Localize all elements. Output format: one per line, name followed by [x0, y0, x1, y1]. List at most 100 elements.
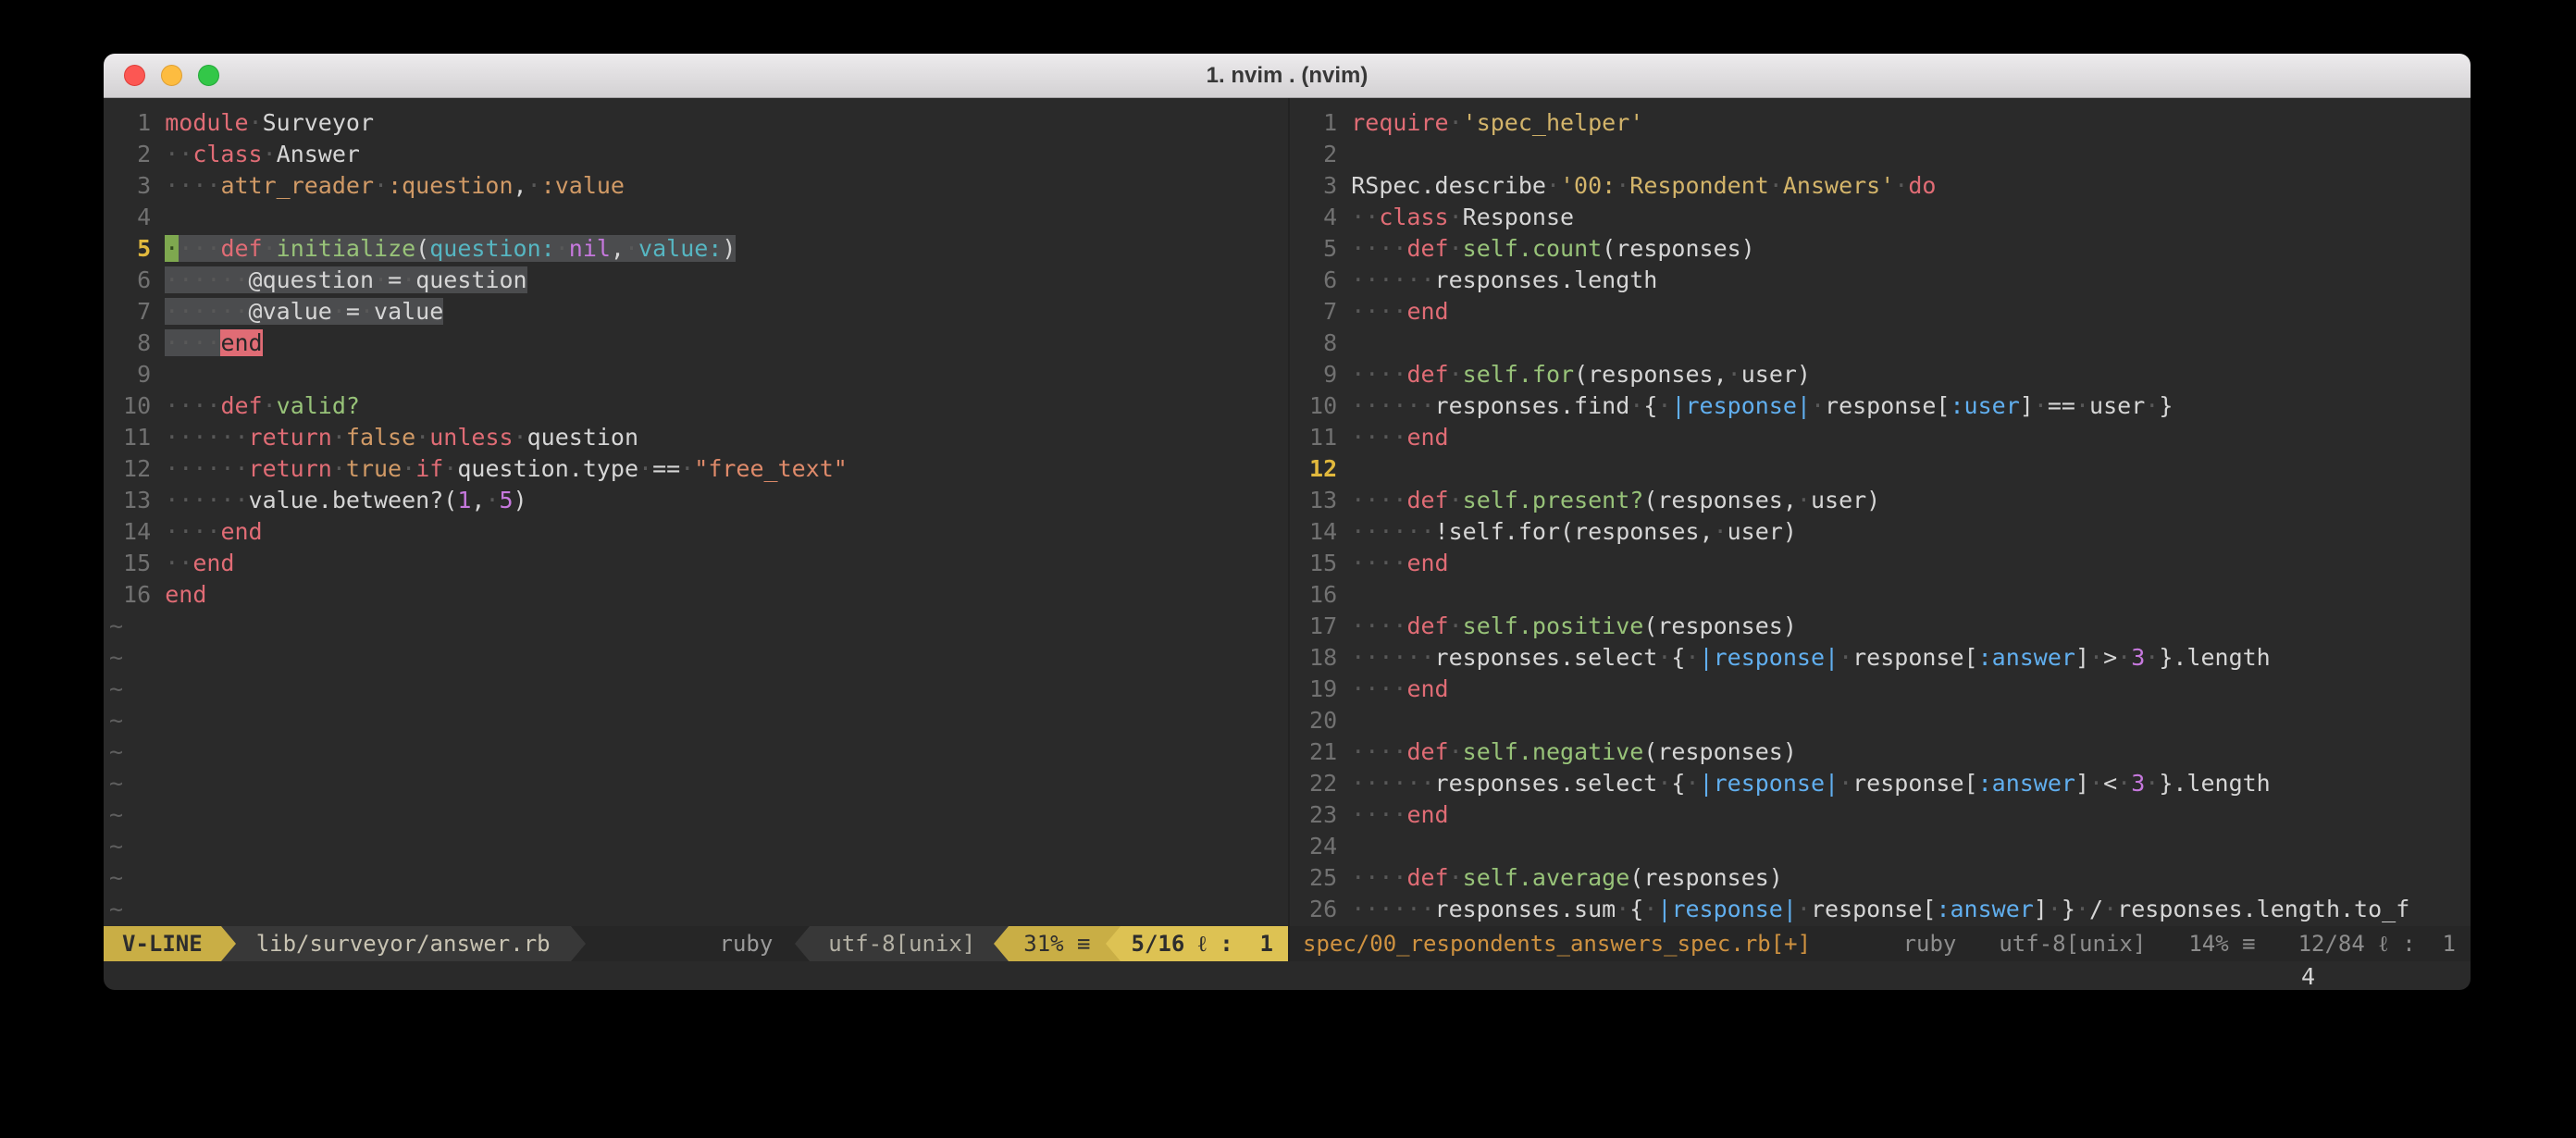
- code-line[interactable]: 5 ····def·initialize(question:·nil,·valu…: [104, 233, 1288, 265]
- code-line[interactable]: 7 ······@value·=·value: [104, 296, 1288, 328]
- token: {: [1671, 770, 1685, 797]
- token: value.between?(: [249, 487, 458, 513]
- token: responses.find: [1435, 392, 1630, 419]
- code-line[interactable]: 5 ····def·self.count(responses): [1290, 233, 2471, 265]
- token: }.length: [2159, 644, 2270, 671]
- pane-spec-rb[interactable]: 1 require·'spec_helper' 2 3 RSpec.descri…: [1288, 98, 2471, 961]
- zoom-button[interactable]: [198, 65, 219, 86]
- statusline-spacer: [586, 926, 698, 961]
- code-line[interactable]: 24: [1290, 831, 2471, 862]
- code-line[interactable]: 2 ··class·Answer: [104, 139, 1288, 170]
- code-buffer-left[interactable]: 1 module·Surveyor 2 ··class·Answer 3 ···…: [104, 98, 1288, 926]
- token: user): [1741, 361, 1811, 388]
- token: ·: [1643, 896, 1657, 922]
- token: self.count: [1463, 235, 1603, 262]
- token: ·: [1629, 392, 1643, 419]
- code-line[interactable]: 21 ····def·self.negative(responses): [1290, 736, 2471, 768]
- code-line[interactable]: 22 ······responses.select·{·|response|·r…: [1290, 768, 2471, 799]
- code-buffer-right[interactable]: 1 require·'spec_helper' 2 3 RSpec.descri…: [1290, 98, 2471, 926]
- token: ······: [165, 298, 248, 325]
- code-line[interactable]: 14 ····end: [104, 516, 1288, 548]
- token: ····: [165, 518, 220, 545]
- close-button[interactable]: [124, 65, 145, 86]
- line-number: 5: [109, 235, 165, 262]
- token: ··: [1351, 204, 1379, 230]
- code-line[interactable]: 19 ····end: [1290, 674, 2471, 705]
- code-line[interactable]: 9: [104, 359, 1288, 390]
- code-line[interactable]: 8 ····end: [104, 328, 1288, 359]
- token: ]: [2075, 644, 2089, 671]
- code-text: ····def·self.average(responses): [1351, 864, 1783, 891]
- token: def: [1406, 612, 1448, 639]
- token: ·: [415, 424, 429, 451]
- code-line[interactable]: 15 ··end: [104, 548, 1288, 579]
- token: ==: [2048, 392, 2075, 419]
- line-number: 10: [109, 392, 165, 419]
- code-line[interactable]: 25 ····def·self.average(responses): [1290, 862, 2471, 894]
- code-line[interactable]: 14 ······!self.for(responses,·user): [1290, 516, 2471, 548]
- token: ·: [2117, 644, 2131, 671]
- token: =: [346, 298, 360, 325]
- token: 3: [2131, 644, 2145, 671]
- code-line[interactable]: 12 ······return·true·if·question.type·==…: [104, 453, 1288, 485]
- code-line[interactable]: 3 ····attr_reader·:question,·:value: [104, 170, 1288, 202]
- token: @value: [249, 298, 332, 325]
- powerline-separator-icon: [221, 926, 236, 961]
- line-number: 15: [1295, 550, 1351, 576]
- token: ·: [249, 109, 263, 136]
- token: nil: [569, 235, 611, 262]
- code-line[interactable]: 11 ······return·false·unless·question: [104, 422, 1288, 453]
- token: ·: [1616, 896, 1629, 922]
- code-text: ····attr_reader·:question,·:value: [165, 172, 625, 199]
- code-line[interactable]: 15 ····end: [1290, 548, 2471, 579]
- tilde-marker: ~: [109, 896, 123, 922]
- code-line[interactable]: 26 ······responses.sum·{·|response|·resp…: [1290, 894, 2471, 925]
- token: end: [165, 581, 206, 608]
- token: end: [192, 550, 234, 576]
- code-line[interactable]: 4 ··class·Response: [1290, 202, 2471, 233]
- code-line[interactable]: 6 ······responses.length: [1290, 265, 2471, 296]
- code-line[interactable]: 18 ······responses.select·{·|response|·r…: [1290, 642, 2471, 674]
- code-text: module·Surveyor: [165, 109, 374, 136]
- code-line[interactable]: 10 ····def·valid?: [104, 390, 1288, 422]
- code-line[interactable]: 1 require·'spec_helper': [1290, 107, 2471, 139]
- line-number: 7: [1295, 298, 1351, 325]
- code-line[interactable]: 10 ······responses.find·{·|response|·res…: [1290, 390, 2471, 422]
- code-line[interactable]: 17 ····def·self.positive(responses): [1290, 611, 2471, 642]
- window-titlebar[interactable]: 1. nvim . (nvim): [104, 54, 2471, 98]
- code-line[interactable]: 16 end: [104, 579, 1288, 611]
- code-line[interactable]: 7 ····end: [1290, 296, 2471, 328]
- code-line[interactable]: 16: [1290, 579, 2471, 611]
- code-line[interactable]: 23 ····end: [1290, 799, 2471, 831]
- code-line[interactable]: 2: [1290, 139, 2471, 170]
- token: ·: [1449, 738, 1463, 765]
- code-text: ····end: [165, 329, 262, 356]
- code-line[interactable]: 8: [1290, 328, 2471, 359]
- token: def: [1406, 487, 1448, 513]
- code-line[interactable]: 20: [1290, 705, 2471, 736]
- code-line[interactable]: 12: [1290, 453, 2471, 485]
- token: }: [2159, 392, 2173, 419]
- code-line[interactable]: 6 ······@question·=·question: [104, 265, 1288, 296]
- code-line[interactable]: 3 RSpec.describe·'00:·Respondent·Answers…: [1290, 170, 2471, 202]
- token: ······: [1351, 770, 1434, 797]
- powerline-separator-icon: [571, 926, 586, 961]
- code-line[interactable]: 11 ····end: [1290, 422, 2471, 453]
- token: |response|: [1657, 896, 1797, 922]
- token: Answers': [1783, 172, 1894, 199]
- code-line[interactable]: 1 module·Surveyor: [104, 107, 1288, 139]
- empty-buffer-line: ~: [104, 831, 1288, 862]
- token: ·: [1449, 109, 1463, 136]
- line-number: 2: [109, 141, 165, 167]
- code-line[interactable]: 4: [104, 202, 1288, 233]
- minimize-button[interactable]: [161, 65, 182, 86]
- code-line[interactable]: 9 ····def·self.for(responses,·user): [1290, 359, 2471, 390]
- code-text: ····end: [165, 518, 262, 545]
- token: ·: [1811, 392, 1825, 419]
- token: self.average: [1463, 864, 1630, 891]
- token: =: [388, 266, 402, 293]
- pane-answer-rb[interactable]: 1 module·Surveyor 2 ··class·Answer 3 ···…: [104, 98, 1288, 961]
- token: ······: [1351, 644, 1434, 671]
- code-line[interactable]: 13 ······value.between?(1,·5): [104, 485, 1288, 516]
- code-line[interactable]: 13 ····def·self.present?(responses,·user…: [1290, 485, 2471, 516]
